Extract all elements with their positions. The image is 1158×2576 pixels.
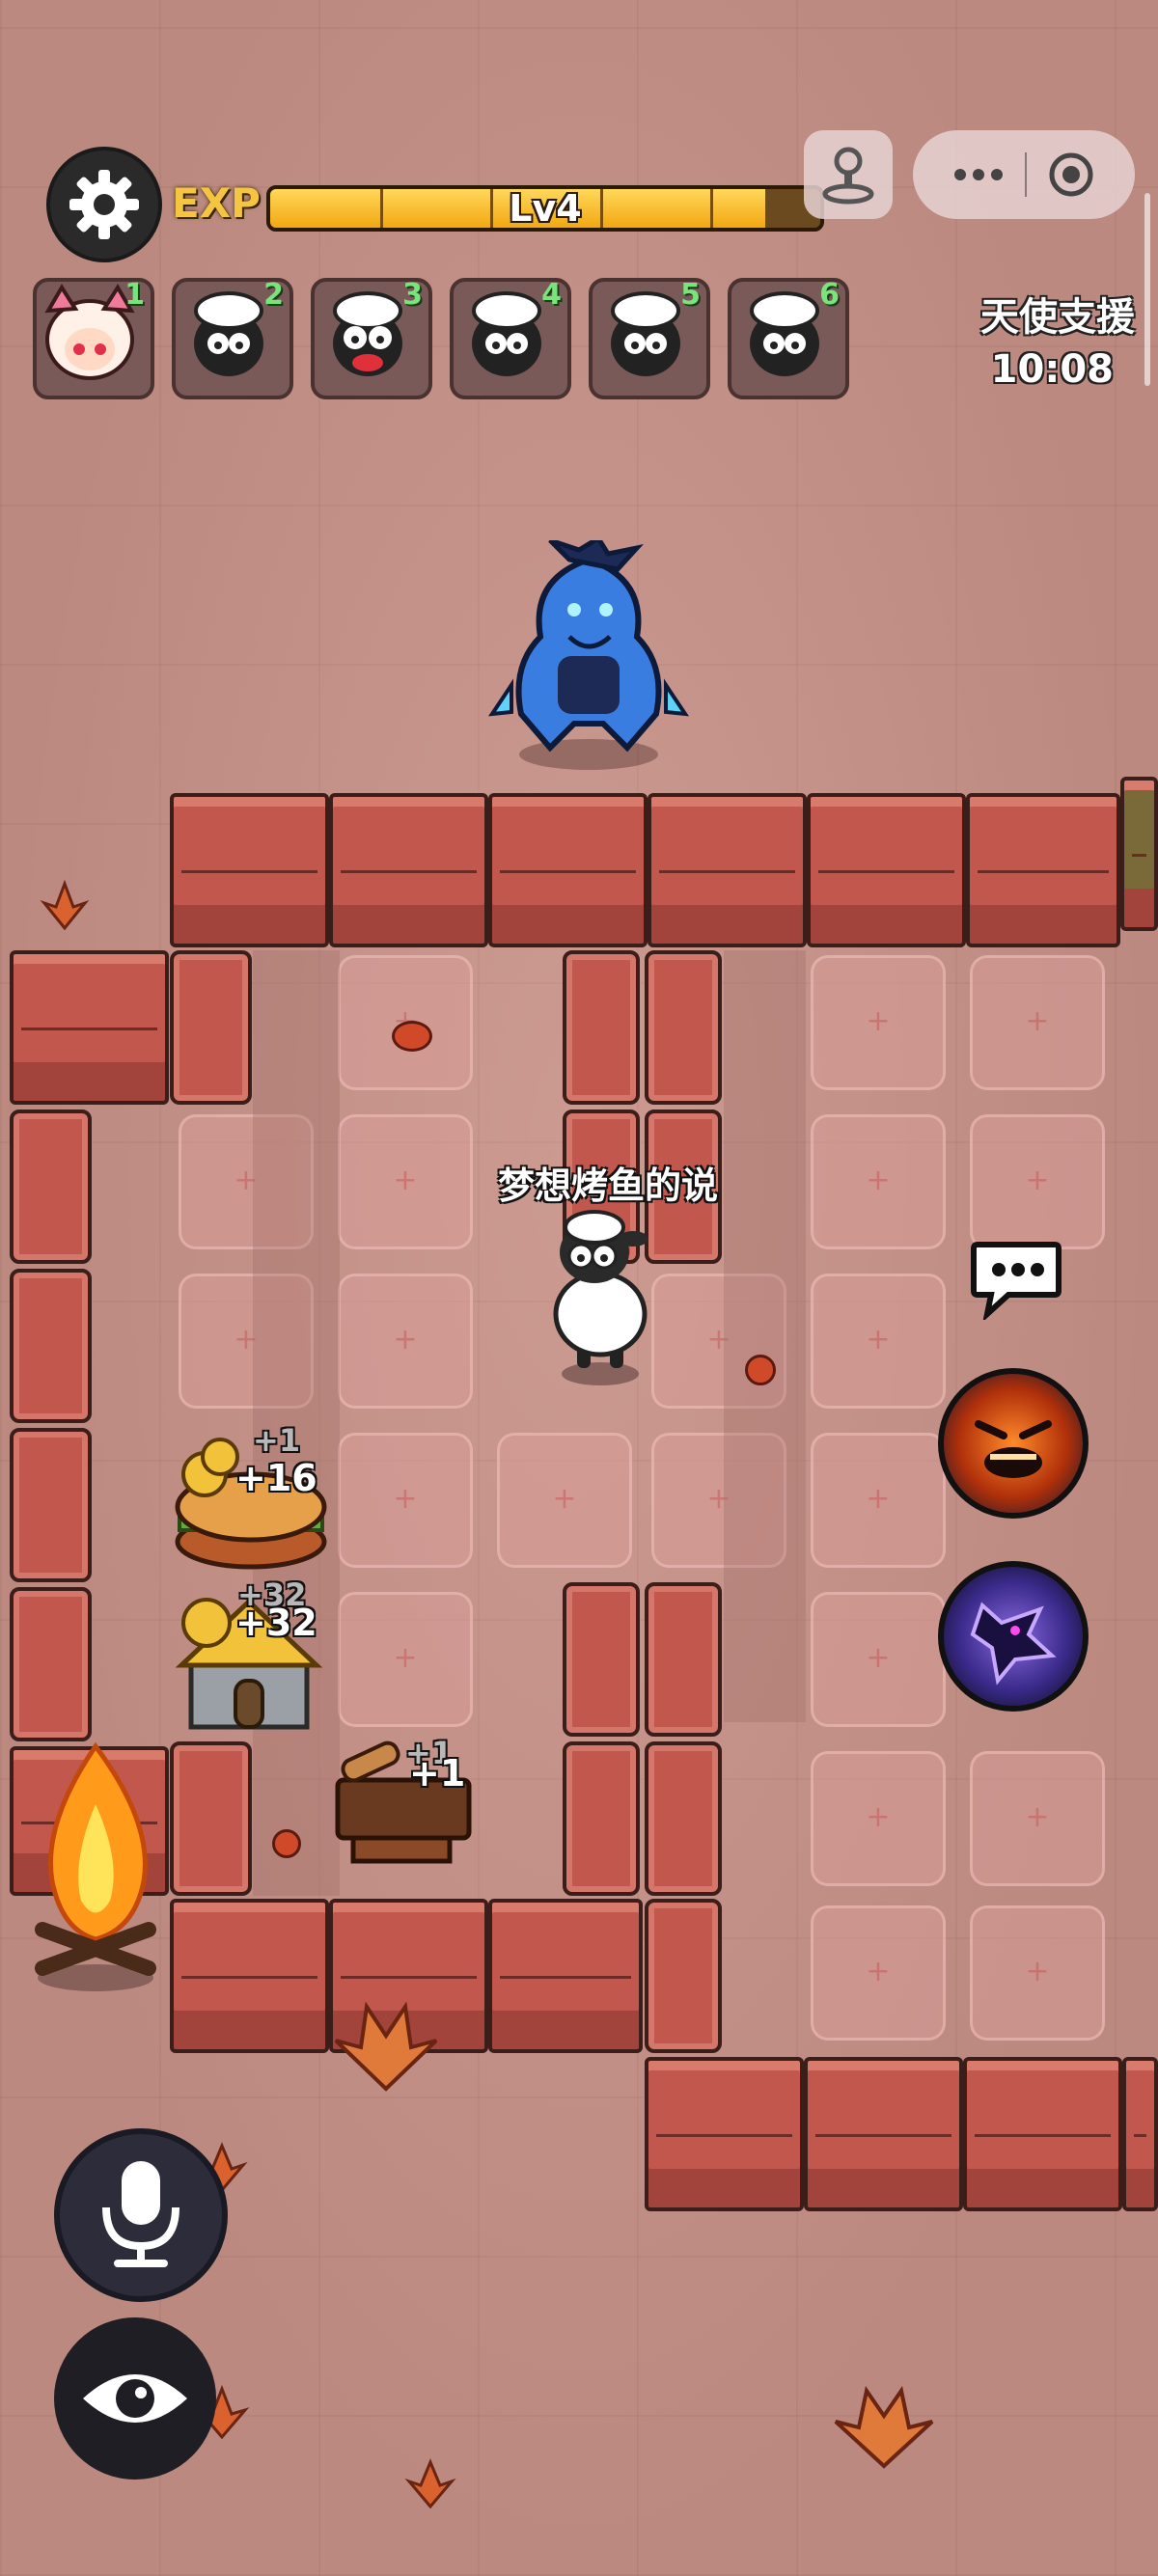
floor-tile[interactable]: [811, 1114, 946, 1249]
party-slot-2[interactable]: 2: [172, 278, 293, 399]
rage-skill-button[interactable]: [938, 1368, 1089, 1519]
brick-pillar: [645, 950, 722, 1105]
ore-pebble[interactable]: [272, 1829, 301, 1858]
floor-tile[interactable]: [811, 1274, 946, 1409]
brick-wall: [645, 2057, 804, 2211]
floor-tile[interactable]: [338, 1433, 473, 1568]
brick-pillar: [563, 1582, 640, 1737]
chat-bubble-icon[interactable]: [970, 1239, 1062, 1320]
voice-chat-button[interactable]: [54, 2128, 228, 2302]
brick-wall: [488, 1899, 643, 2053]
slot-number: 1: [124, 278, 145, 312]
brick-wall: [170, 793, 329, 947]
party-slot-6[interactable]: 6: [728, 278, 849, 399]
reward-popup: +32: [235, 1602, 317, 1644]
wolf-howl-icon: [970, 1602, 1057, 1685]
brick-pillar: [10, 1428, 92, 1582]
leaf-plant-icon: [404, 2458, 456, 2508]
gear-icon: [69, 170, 139, 239]
leaf-plant-icon: [834, 2386, 934, 2469]
burger-building[interactable]: [170, 1428, 332, 1573]
floor-tile[interactable]: [811, 1751, 946, 1886]
rage-face-icon: [975, 1420, 1052, 1478]
ore-pebble[interactable]: [745, 1355, 776, 1385]
floor-tile[interactable]: [811, 1592, 946, 1727]
brick-pillar: [645, 1582, 722, 1737]
brick-pillar: [645, 1899, 722, 2053]
floor-tile[interactable]: [497, 1433, 632, 1568]
reward-popup: +1: [409, 1752, 466, 1795]
joystick-icon: [822, 147, 874, 205]
werewolf-monster[interactable]: [482, 540, 695, 772]
player-sheep[interactable]: [538, 1206, 662, 1387]
brick-pillar: [563, 1741, 640, 1896]
brick-wall: [963, 2057, 1122, 2211]
leaf-plant-icon: [40, 879, 90, 931]
scrollbar[interactable]: [1144, 193, 1150, 386]
capsule-divider: [1025, 152, 1027, 197]
floor-tile[interactable]: [970, 1751, 1105, 1886]
party-slot-3[interactable]: 3: [311, 278, 432, 399]
party-slot-1[interactable]: 1: [33, 278, 154, 399]
brick-wall: [966, 793, 1120, 947]
brick-wall: [1122, 2057, 1158, 2211]
party-slot-4[interactable]: 4: [450, 278, 571, 399]
ore-pebble[interactable]: [392, 1021, 432, 1052]
leaf-plant-icon: [334, 2001, 438, 2092]
slot-number: 6: [819, 278, 840, 312]
floor-lane: [724, 950, 806, 1722]
brick-wall: [648, 793, 807, 947]
floor-tile[interactable]: [970, 1905, 1105, 2041]
settings-button[interactable]: [46, 147, 162, 262]
reward-popup: +1: [253, 1422, 301, 1459]
more-dots-icon[interactable]: [953, 168, 1004, 181]
brick-pillar: [563, 950, 640, 1105]
level-text: Lv4: [509, 187, 582, 230]
microphone-icon: [102, 2161, 179, 2267]
brick-wall: [804, 2057, 963, 2211]
party-slot-5[interactable]: 5: [589, 278, 710, 399]
brick-wall: [329, 793, 488, 947]
campfire[interactable]: [14, 1737, 178, 1997]
wolf-skill-button[interactable]: [938, 1561, 1089, 1712]
slot-number: 3: [402, 278, 423, 312]
eye-icon: [83, 2374, 187, 2423]
brick-wall: [10, 950, 169, 1105]
joystick-button[interactable]: [804, 130, 893, 219]
wooden-gate: [1120, 777, 1158, 931]
target-icon[interactable]: [1048, 151, 1094, 198]
exp-progress-bar: Lv4: [266, 185, 824, 232]
floor-tile[interactable]: [338, 1114, 473, 1249]
brick-wall: [170, 1899, 329, 2053]
floor-tile[interactable]: [338, 1274, 473, 1409]
brick-pillar: [10, 1269, 92, 1423]
slot-number: 5: [680, 278, 701, 312]
brick-wall: [807, 793, 966, 947]
slot-number: 2: [263, 278, 284, 312]
player-name-tag: 梦想烤鱼的说: [497, 1165, 718, 1207]
reward-popup: +16: [235, 1457, 317, 1499]
floor-tile[interactable]: [811, 1433, 946, 1568]
brick-wall: [488, 793, 648, 947]
brick-pillar: [10, 1587, 92, 1741]
view-toggle-button[interactable]: [54, 2317, 216, 2480]
brick-pillar: [170, 950, 252, 1105]
exp-label: EXP: [172, 179, 261, 227]
floor-tile[interactable]: [970, 955, 1105, 1090]
floor-tile[interactable]: [811, 955, 946, 1090]
floor-tile[interactable]: [811, 1905, 946, 2041]
brick-pillar: [170, 1741, 252, 1896]
brick-pillar: [645, 1741, 722, 1896]
floor-tile[interactable]: [338, 1592, 473, 1727]
brick-pillar: [10, 1110, 92, 1264]
floor-tile[interactable]: [970, 1114, 1105, 1249]
event-timer: 10:08: [990, 347, 1114, 392]
slot-number: 4: [541, 278, 562, 312]
mini-program-capsule: [913, 130, 1135, 219]
event-title[interactable]: 天使支援: [980, 286, 1135, 342]
